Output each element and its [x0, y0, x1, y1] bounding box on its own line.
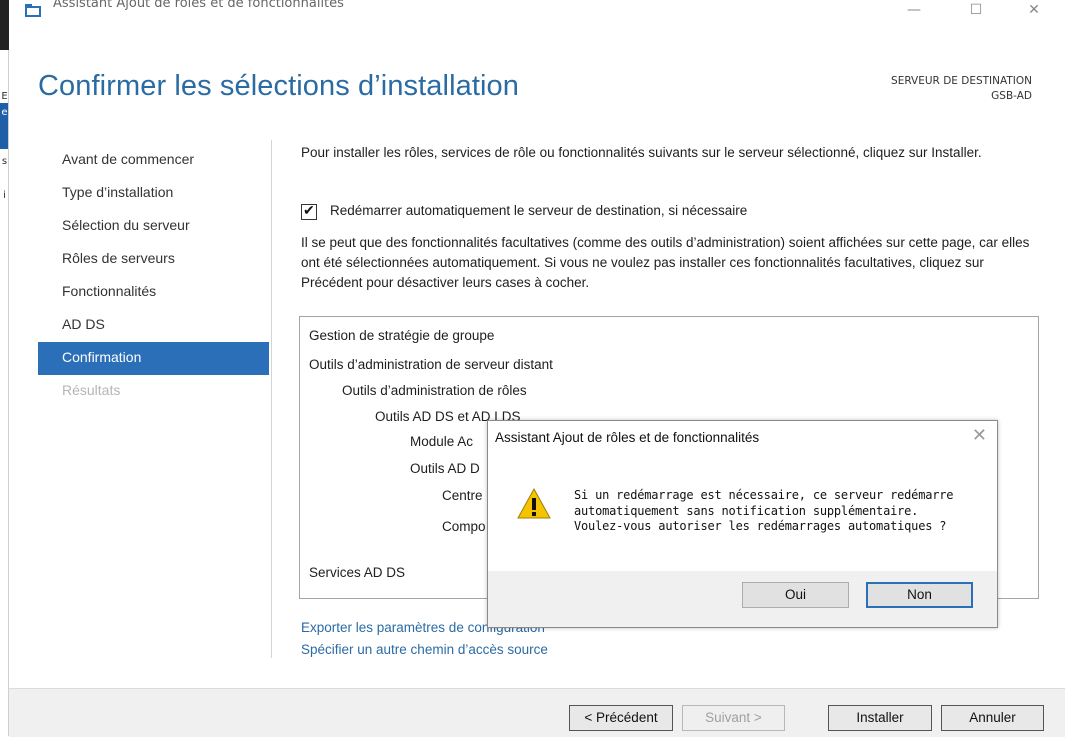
- list-item: Compo: [442, 519, 486, 534]
- dialog-yes-button[interactable]: Oui: [742, 582, 849, 608]
- check-icon: ✔: [303, 202, 315, 218]
- sidebar-item-selection-serveur[interactable]: Sélection du serveur: [38, 210, 269, 243]
- wizard-steps-sidebar: Avant de commencer Type d’installation S…: [38, 144, 269, 408]
- list-item: Outils d’administration de rôles: [342, 383, 527, 398]
- sidebar-item-avant-de-commencer[interactable]: Avant de commencer: [38, 144, 269, 177]
- dialog-title: Assistant Ajout de rôles et de fonctionn…: [495, 430, 760, 445]
- list-item: Centre: [442, 488, 483, 503]
- sidebar-item-ad-ds[interactable]: AD DS: [38, 309, 269, 342]
- next-button: Suivant >: [682, 705, 785, 731]
- dialog-message: Si un redémarrage est nécessaire, ce ser…: [574, 488, 954, 535]
- sidebar-divider: [271, 140, 272, 658]
- list-item: Gestion de stratégie de groupe: [309, 328, 495, 343]
- dialog-close-icon[interactable]: ✕: [972, 425, 987, 446]
- title-bar[interactable]: Assistant Ajout de rôles et de fonctionn…: [9, 0, 1065, 28]
- list-item: Module Ac: [410, 434, 474, 449]
- list-item: Outils AD D: [410, 461, 480, 476]
- restart-checkbox[interactable]: ✔: [301, 202, 317, 220]
- window-title: Assistant Ajout de rôles et de fonctionn…: [53, 0, 344, 11]
- background-window-dark-strip: [0, 0, 9, 50]
- dialog-no-button[interactable]: Non: [866, 582, 973, 608]
- wizard-app-icon: [25, 4, 41, 17]
- alternate-source-link[interactable]: Spécifier un autre chemin d’accès source: [301, 642, 548, 657]
- install-button[interactable]: Installer: [828, 705, 932, 731]
- sidebar-item-type-installation[interactable]: Type d’installation: [38, 177, 269, 210]
- restart-checkbox-label[interactable]: Redémarrer automatiquement le serveur de…: [330, 203, 747, 218]
- maximize-button[interactable]: ☐: [953, 0, 999, 24]
- sidebar-item-roles-serveurs[interactable]: Rôles de serveurs: [38, 243, 269, 276]
- cancel-button[interactable]: Annuler: [941, 705, 1044, 731]
- content-area: Pour installer les rôles, services de rô…: [301, 143, 1046, 163]
- previous-button[interactable]: < Précédent: [569, 705, 673, 731]
- warning-icon: [517, 488, 551, 519]
- close-window-button[interactable]: ✕: [1011, 0, 1057, 24]
- dialog-message-line: Si un redémarrage est nécessaire, ce ser…: [574, 488, 954, 502]
- sidebar-item-fonctionnalites[interactable]: Fonctionnalités: [38, 276, 269, 309]
- minimize-button[interactable]: —: [891, 0, 937, 24]
- list-item: Outils d’administration de serveur dista…: [309, 357, 553, 372]
- destination-server-name: GSB-AD: [991, 90, 1032, 102]
- optional-features-note: Il se peut que des fonctionnalités facul…: [301, 235, 1030, 290]
- dialog-message-line: automatiquement sans notification supplé…: [574, 503, 919, 518]
- destination-label: SERVEUR DE DESTINATION: [891, 75, 1032, 87]
- dialog-message-line: Voulez-vous autoriser les redémarrages a…: [574, 519, 947, 533]
- destination-server-info: SERVEUR DE DESTINATION GSB-AD: [891, 74, 1032, 104]
- window-border: [8, 50, 9, 736]
- restart-confirmation-dialog[interactable]: Assistant Ajout de rôles et de fonctionn…: [487, 420, 998, 628]
- page-title: Confirmer les sélections d’installation: [38, 70, 519, 102]
- intro-text: Pour installer les rôles, services de rô…: [301, 145, 982, 160]
- sidebar-item-resultats: Résultats: [62, 382, 121, 398]
- list-item: Services AD DS: [309, 565, 406, 580]
- sidebar-item-confirmation[interactable]: Confirmation: [38, 342, 269, 375]
